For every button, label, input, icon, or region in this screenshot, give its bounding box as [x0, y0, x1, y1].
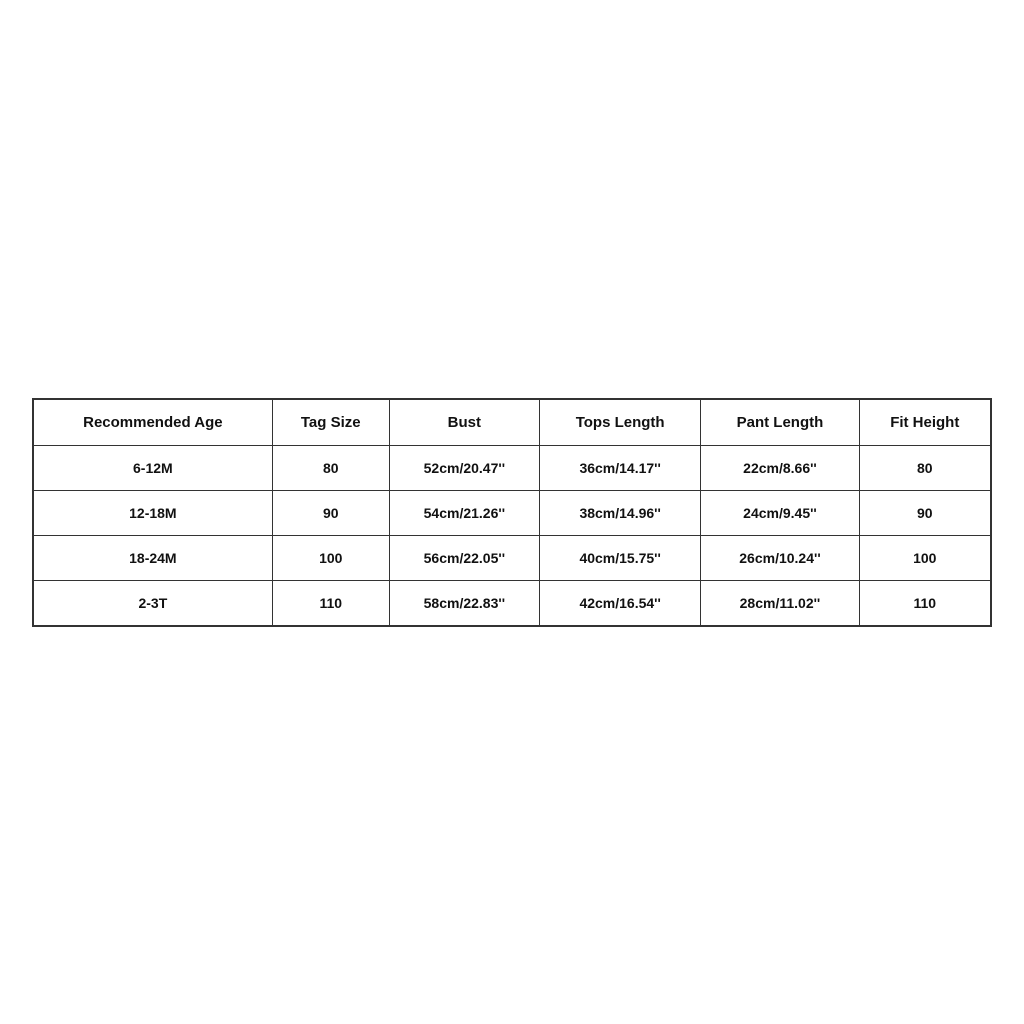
cell-bust: 52cm/20.47'': [389, 445, 539, 490]
cell-tops-length: 40cm/15.75'': [539, 535, 701, 580]
size-chart-table: Recommended Age Tag Size Bust Tops Lengt…: [33, 399, 991, 626]
size-chart-container: Recommended Age Tag Size Bust Tops Lengt…: [32, 398, 992, 627]
header-pant-length: Pant Length: [701, 399, 859, 445]
cell-age: 6-12M: [34, 445, 273, 490]
table-row: 2-3T11058cm/22.83''42cm/16.54''28cm/11.0…: [34, 580, 991, 625]
header-fit-height: Fit Height: [859, 399, 990, 445]
cell-tag-size: 100: [272, 535, 389, 580]
header-recommended-age: Recommended Age: [34, 399, 273, 445]
table-header-row: Recommended Age Tag Size Bust Tops Lengt…: [34, 399, 991, 445]
header-bust: Bust: [389, 399, 539, 445]
table-row: 18-24M10056cm/22.05''40cm/15.75''26cm/10…: [34, 535, 991, 580]
table-row: 12-18M9054cm/21.26''38cm/14.96''24cm/9.4…: [34, 490, 991, 535]
table-row: 6-12M8052cm/20.47''36cm/14.17''22cm/8.66…: [34, 445, 991, 490]
cell-age: 2-3T: [34, 580, 273, 625]
cell-tag-size: 110: [272, 580, 389, 625]
cell-fit-height: 100: [859, 535, 990, 580]
cell-bust: 54cm/21.26'': [389, 490, 539, 535]
cell-pant-length: 26cm/10.24'': [701, 535, 859, 580]
cell-pant-length: 22cm/8.66'': [701, 445, 859, 490]
header-tops-length: Tops Length: [539, 399, 701, 445]
cell-tag-size: 80: [272, 445, 389, 490]
cell-tops-length: 36cm/14.17'': [539, 445, 701, 490]
cell-age: 18-24M: [34, 535, 273, 580]
header-tag-size: Tag Size: [272, 399, 389, 445]
cell-pant-length: 28cm/11.02'': [701, 580, 859, 625]
cell-fit-height: 80: [859, 445, 990, 490]
cell-tops-length: 38cm/14.96'': [539, 490, 701, 535]
cell-tops-length: 42cm/16.54'': [539, 580, 701, 625]
cell-pant-length: 24cm/9.45'': [701, 490, 859, 535]
cell-bust: 58cm/22.83'': [389, 580, 539, 625]
cell-bust: 56cm/22.05'': [389, 535, 539, 580]
cell-fit-height: 110: [859, 580, 990, 625]
cell-fit-height: 90: [859, 490, 990, 535]
cell-tag-size: 90: [272, 490, 389, 535]
cell-age: 12-18M: [34, 490, 273, 535]
